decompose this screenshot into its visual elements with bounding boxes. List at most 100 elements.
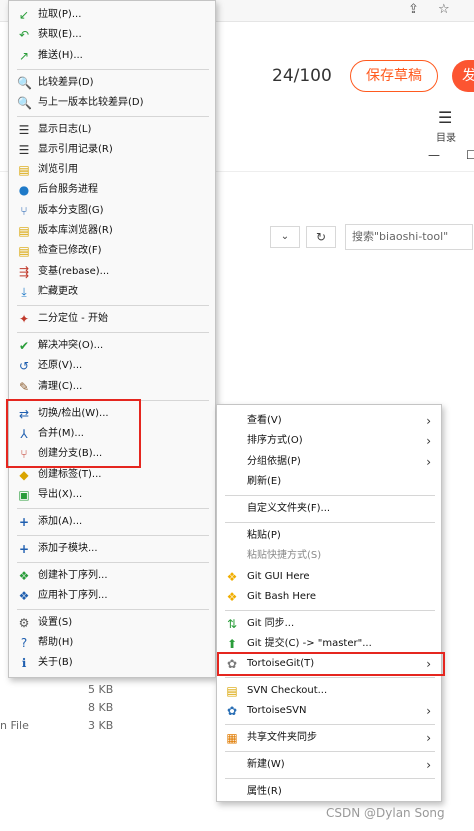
menu-item-revert[interactable]: ↺ 还原(V)... [9, 356, 215, 376]
bisect-icon: ✦ [18, 312, 30, 326]
menu-item-refresh[interactable]: 刷新(E) [217, 472, 441, 492]
menu-item-rebase[interactable]: ⇶ 变基(rebase)... [9, 262, 215, 282]
create-patch-icon: ❖ [18, 569, 30, 583]
menu-item-bisect[interactable]: ✦ 二分定位 - 开始 [9, 309, 215, 329]
menu-item-daemon[interactable]: ● 后台服务进程 [9, 180, 215, 200]
menu-item-tortoisesvn[interactable]: ✿ TortoiseSVN › [217, 701, 441, 721]
menu-item-check-modifications[interactable]: ▤ 检查已修改(F) [9, 241, 215, 261]
apply-patch-icon: ❖ [18, 589, 30, 603]
chevron-down-icon: ⌄ [280, 231, 290, 242]
refresh-button[interactable]: ↻ [306, 226, 336, 248]
menu-item-group-by[interactable]: 分组依据(P) › [217, 452, 441, 472]
repo-browser-icon: ▤ [18, 224, 30, 238]
pull-icon: ↙ [18, 8, 30, 22]
watermark: CSDN @Dylan Song [326, 806, 445, 820]
menu-item-sort-by[interactable]: 排序方式(O) › [217, 431, 441, 451]
menu-separator [225, 778, 435, 779]
menu-item-reflog[interactable]: ☰ 显示引用记录(R) [9, 140, 215, 160]
reflog-icon: ☰ [18, 143, 30, 157]
menu-separator [225, 677, 435, 678]
menu-item-create-tag[interactable]: ◆ 创建标签(T)... [9, 465, 215, 485]
file-type: n File [0, 719, 29, 732]
menu-item-pull[interactable]: ↙ 拉取(P)... [9, 5, 215, 25]
diff-icon: 🔍 [17, 76, 32, 90]
maximize-icon[interactable]: ☐ [466, 148, 474, 162]
menu-item-show-log[interactable]: ☰ 显示日志(L) [9, 120, 215, 140]
menu-item-settings[interactable]: ⚙ 设置(S) [9, 613, 215, 633]
menu-separator [17, 332, 209, 333]
menu-item-customize-folder[interactable]: 自定义文件夹(F)... [217, 499, 441, 519]
highlight-box-tortoisegit [217, 652, 445, 676]
menu-item-svn-checkout[interactable]: ▤ SVN Checkout... [217, 681, 441, 701]
menu-item-new[interactable]: 新建(W) › [217, 755, 441, 775]
menu-item-about[interactable]: ℹ 关于(B) [9, 653, 215, 673]
menu-item-help[interactable]: ? 帮助(H) [9, 633, 215, 653]
export-icon: ▣ [18, 488, 30, 502]
menu-item-git-commit[interactable]: ⬆ Git 提交(C) -> "master"... [217, 634, 441, 654]
fetch-icon: ↶ [18, 28, 30, 42]
tortoisegit-submenu: ↙ 拉取(P)... ↶ 获取(E)... ↗ 推送(H)... 🔍 比较差异(D) 🔍… [8, 0, 216, 678]
menu-item-shared-folder-sync[interactable]: ▦ 共享文件夹同步 › [217, 728, 441, 748]
menu-separator [17, 535, 209, 536]
menu-item-export[interactable]: ▣ 导出(X)... [9, 485, 215, 505]
menu-item-repo-browser[interactable]: ▤ 版本库浏览器(R) [9, 221, 215, 241]
word-count: 24/100 [272, 66, 332, 86]
add-submodule-icon: + [18, 542, 30, 556]
menu-separator [225, 522, 435, 523]
menu-item-browse-refs[interactable]: ▤ 浏览引用 [9, 160, 215, 180]
explorer-context-menu: 查看(V) › 排序方式(O) › 分组依据(P) › 刷新(E) 自定义文件夹(F)… [216, 404, 442, 802]
menu-item-add-submodule[interactable]: + 添加子模块... [9, 539, 215, 559]
chevron-right-icon: › [426, 455, 431, 469]
menu-separator [17, 305, 209, 306]
log-icon: ☰ [18, 123, 30, 137]
search-input[interactable]: 搜索"biaoshi-tool" [345, 224, 473, 250]
star-icon[interactable]: ☆ [438, 2, 450, 17]
menu-item-view[interactable]: 查看(V) › [217, 411, 441, 431]
menu-item-revision-graph[interactable]: ⑂ 版本分支图(G) [9, 201, 215, 221]
chevron-right-icon: › [426, 434, 431, 448]
menu-item-create-patch[interactable]: ❖ 创建补丁序列... [9, 566, 215, 586]
menu-separator [225, 495, 435, 496]
share-icon[interactable]: ⇪ [408, 2, 419, 17]
menu-separator [17, 69, 209, 70]
menu-item-diff[interactable]: 🔍 比较差异(D) [9, 73, 215, 93]
git-bash-icon: ❖ [226, 590, 238, 604]
create-tag-icon: ◆ [19, 468, 29, 482]
diff-previous-icon: 🔍 [17, 96, 32, 110]
address-dropdown-button[interactable]: ⌄ [270, 226, 300, 248]
menu-item-diff-previous[interactable]: 🔍 与上一版本比较差异(D) [9, 93, 215, 113]
menu-item-add[interactable]: + 添加(A)... [9, 512, 215, 532]
stash-icon: ⤓ [21, 285, 27, 299]
menu-separator [17, 562, 209, 563]
menu-item-stash[interactable]: ⤓ 贮藏更改 [9, 282, 215, 302]
menu-item-git-gui[interactable]: ❖ Git GUI Here [217, 567, 441, 587]
refresh-icon: ↻ [315, 230, 327, 244]
minimize-icon[interactable]: — [428, 148, 440, 162]
check-modifications-icon: ▤ [18, 244, 30, 258]
toc-icon[interactable]: ☰ [438, 108, 452, 127]
menu-item-git-bash[interactable]: ❖ Git Bash Here [217, 587, 441, 607]
settings-icon: ⚙ [18, 616, 30, 630]
menu-item-resolve[interactable]: ✔ 解决冲突(O)... [9, 336, 215, 356]
cleanup-icon: ✎ [18, 380, 30, 394]
git-commit-icon: ⬆ [226, 637, 238, 651]
svn-checkout-icon: ▤ [226, 684, 238, 698]
tortoisesvn-icon: ✿ [226, 704, 238, 718]
menu-item-fetch[interactable]: ↶ 获取(E)... [9, 25, 215, 45]
menu-item-apply-patch[interactable]: ❖ 应用补丁序列... [9, 586, 215, 606]
menu-item-push[interactable]: ↗ 推送(H)... [9, 46, 215, 66]
menu-item-paste-shortcut[interactable]: 粘贴快捷方式(S) [217, 546, 441, 566]
save-draft-button[interactable]: 保存草稿 [350, 60, 438, 92]
file-size: 8 KB [88, 701, 114, 714]
menu-item-git-sync[interactable]: ⇅ Git 同步... [217, 614, 441, 634]
shared-folder-sync-icon: ▦ [226, 731, 238, 745]
about-icon: ℹ [21, 656, 27, 670]
menu-item-paste[interactable]: 粘贴(P) [217, 526, 441, 546]
menu-separator [225, 751, 435, 752]
menu-item-cleanup[interactable]: ✎ 清理(C)... [9, 377, 215, 397]
menu-item-properties[interactable]: 属性(R) [217, 782, 441, 802]
push-icon: ↗ [18, 49, 30, 63]
revision-graph-icon: ⑂ [20, 204, 28, 218]
menu-separator [17, 609, 209, 610]
chevron-right-icon: › [426, 731, 431, 745]
